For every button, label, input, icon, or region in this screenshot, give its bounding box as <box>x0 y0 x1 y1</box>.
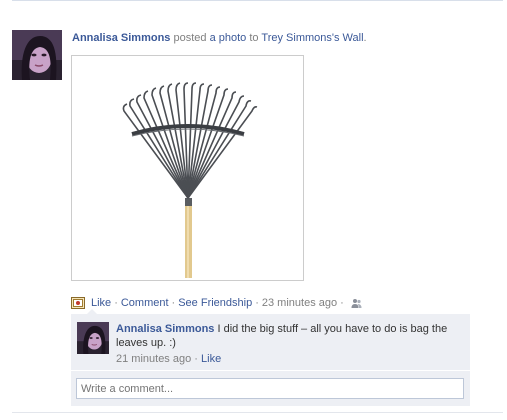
separator: · <box>255 297 259 309</box>
comment-author-avatar[interactable] <box>77 322 109 354</box>
comment-like-link[interactable]: Like <box>201 353 221 365</box>
comment-link[interactable]: Comment <box>121 296 169 310</box>
story-period: . <box>363 32 367 44</box>
like-link[interactable]: Like <box>91 296 111 310</box>
separator: · <box>171 297 176 309</box>
comment-author-link[interactable]: Annalisa Simmons <box>116 323 214 335</box>
rake-image <box>72 56 303 280</box>
separator: · <box>114 297 118 309</box>
friends-icon[interactable] <box>351 298 362 309</box>
separator: · <box>194 353 198 365</box>
comment-meta: 21 minutes ago · Like <box>116 352 221 366</box>
bottom-divider <box>12 412 503 413</box>
target-wall-link[interactable]: Trey Simmons's Wall <box>261 32 363 44</box>
see-friendship-link[interactable]: See Friendship <box>178 296 252 310</box>
top-divider <box>12 0 503 1</box>
separator: · <box>340 297 344 309</box>
story-headline: Annalisa Simmons posted a photo to Trey … <box>72 31 502 45</box>
comment-divider <box>71 370 470 371</box>
comments-notch <box>87 309 97 314</box>
comment-text: Annalisa Simmons I did the big stuff – a… <box>116 322 461 350</box>
photo-icon <box>71 297 85 309</box>
author-name-link[interactable]: Annalisa Simmons <box>72 32 170 44</box>
comments-section: Annalisa Simmons I did the big stuff – a… <box>71 309 470 406</box>
comment-timestamp[interactable]: 21 minutes ago <box>116 353 191 365</box>
photo-link[interactable]: a photo <box>210 32 247 44</box>
posted-photo[interactable] <box>71 55 304 281</box>
avatar-photo <box>77 322 109 354</box>
write-comment-input[interactable] <box>76 378 464 399</box>
story-preposition: to <box>249 32 259 44</box>
avatar-photo <box>12 30 62 80</box>
story-actions: Like · Comment · See Friendship · 23 min… <box>71 296 362 310</box>
story-timestamp[interactable]: 23 minutes ago <box>262 296 337 310</box>
story-verb: posted <box>173 32 207 44</box>
author-avatar[interactable] <box>12 30 62 80</box>
